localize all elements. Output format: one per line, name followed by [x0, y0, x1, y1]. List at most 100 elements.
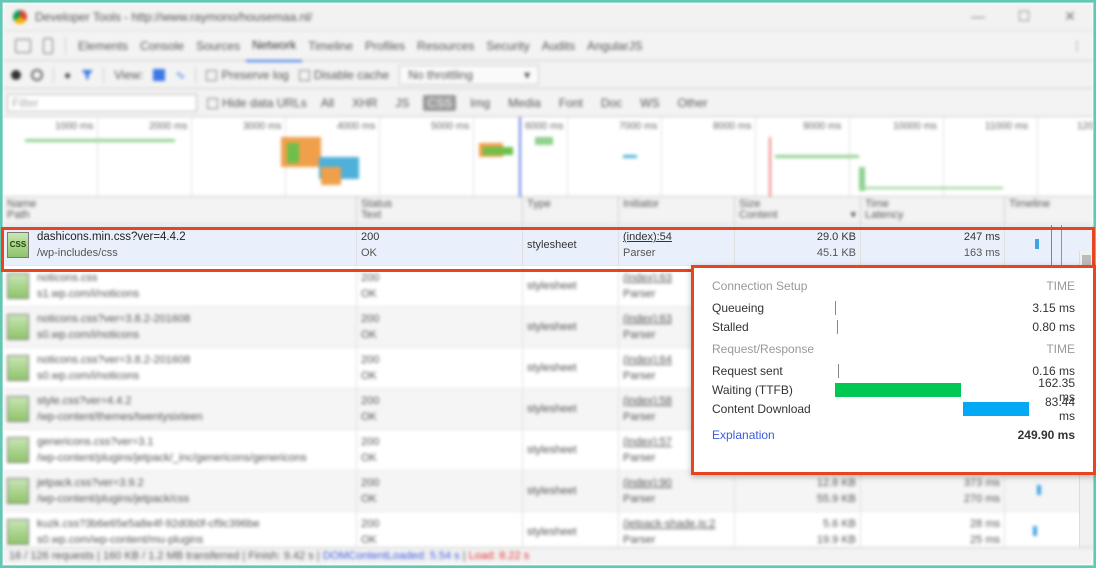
preserve-log-checkbox[interactable]: Preserve log: [206, 68, 289, 82]
queueing-label: Queueing: [712, 300, 765, 315]
css-file-icon: [7, 355, 29, 381]
type-doc[interactable]: Doc: [597, 95, 626, 111]
table-row-highlighted[interactable]: CSS dashicons.min.css?ver=4.4.2 /wp-incl…: [3, 225, 1093, 266]
explanation-link[interactable]: Explanation: [712, 428, 775, 442]
request-path: s1.wp.com/i/noticons: [37, 288, 140, 300]
css-file-icon: [7, 519, 29, 545]
load-summary: Load: 8.22 s: [468, 550, 530, 562]
initiator-kind: Parser: [623, 247, 656, 259]
filter-input[interactable]: Filter: [7, 93, 197, 112]
maximize-icon[interactable]: ☐: [1001, 8, 1047, 25]
type-media[interactable]: Media: [504, 95, 545, 111]
status-cell: 200 OK: [357, 225, 523, 265]
initiator-link[interactable]: (index):63: [623, 272, 672, 284]
type-xhr[interactable]: XHR: [348, 95, 381, 111]
initiator-link[interactable]: (index):58: [623, 395, 672, 407]
tab-angularjs[interactable]: AngularJS: [581, 31, 648, 61]
type-css[interactable]: CSS: [423, 94, 457, 111]
col-time[interactable]: Time Latency: [861, 197, 1005, 224]
explanation-row: Explanation 249.90 ms: [712, 425, 1075, 444]
request-sent-row: Request sent 0.16 ms: [712, 361, 1075, 380]
chevron-down-icon: ▾: [524, 67, 531, 82]
initiator-kind: Parser: [623, 452, 656, 464]
table-row[interactable]: jetpack.css?ver=3.9.2/wp-content/plugins…: [3, 471, 1093, 512]
type-img[interactable]: Img: [466, 95, 494, 111]
size-cell: 12.8 KB 55.9 KB: [735, 471, 861, 511]
overview-tick: 6000 ms: [525, 121, 564, 132]
tab-timeline[interactable]: Timeline: [302, 31, 359, 61]
overview-icon[interactable]: ∿: [175, 68, 185, 82]
overview-tick: 8000 ms: [713, 121, 752, 132]
initiator-link[interactable]: (index):57: [623, 436, 672, 448]
initiator-link[interactable]: (index):63: [623, 313, 672, 325]
device-mode-icon[interactable]: [43, 37, 53, 54]
more-options-icon[interactable]: ⋮: [1071, 39, 1083, 53]
col-initiator[interactable]: Initiator: [619, 197, 735, 224]
request-name: noticons.css: [37, 272, 98, 284]
initiator-link[interactable]: (index):90: [623, 477, 672, 489]
initiator-link[interactable]: (index):64: [623, 354, 672, 366]
col-timeline[interactable]: Timeline: [1005, 197, 1093, 224]
clear-icon[interactable]: [31, 68, 43, 81]
tab-profiles[interactable]: Profiles: [359, 31, 411, 61]
initiator-kind: Parser: [623, 411, 656, 423]
inspect-icon[interactable]: [15, 38, 31, 53]
initiator-link[interactable]: (index):54: [623, 231, 672, 243]
status-cell: 200 OK: [357, 266, 523, 306]
type-cell: stylesheet: [523, 512, 619, 552]
status-text: OK: [361, 247, 377, 259]
tab-sources[interactable]: Sources: [190, 31, 246, 61]
col-status[interactable]: Status Text: [357, 197, 523, 224]
name-cell: noticons.css?ver=3.8.2-201608 s0.wp.com/i…: [3, 348, 357, 388]
request-path: /wp-content/themes/twentysixteen: [37, 411, 203, 423]
download-bar: [963, 401, 1029, 416]
waiting-label: Waiting (TTFB): [712, 382, 793, 397]
disable-cache-checkbox[interactable]: Disable cache: [298, 68, 389, 82]
initiator-cell: (index):54 Parser: [619, 225, 735, 265]
sort-desc-icon: ▾: [850, 209, 856, 221]
type-all[interactable]: All: [317, 95, 338, 111]
queueing-value: 3.15 ms: [1032, 300, 1075, 315]
type-font[interactable]: Font: [555, 95, 587, 111]
timeline-overview[interactable]: 1000 ms 2000 ms 3000 ms 4000 ms 5000 ms …: [3, 117, 1093, 197]
timeline-bar[interactable]: [1035, 239, 1039, 249]
filter-bar: Filter Hide data URLs All XHR JS CSS Img…: [3, 89, 1093, 117]
type-ws[interactable]: WS: [636, 95, 663, 111]
minimize-icon[interactable]: —: [955, 8, 1001, 25]
camera-icon[interactable]: ●: [64, 68, 71, 82]
initiator-link[interactable]: (jetpack-shade.js:2: [623, 518, 715, 530]
tab-audits[interactable]: Audits: [536, 31, 581, 61]
timeline-bar[interactable]: [1037, 485, 1041, 495]
record-icon[interactable]: [11, 69, 21, 80]
tab-elements[interactable]: Elements: [72, 31, 134, 61]
tab-security[interactable]: Security: [480, 31, 535, 61]
type-other[interactable]: Other: [674, 95, 712, 111]
request-path: s0.wp.com/i/noticons: [37, 329, 140, 341]
col-type[interactable]: Type: [523, 197, 619, 224]
hide-data-urls-checkbox[interactable]: Hide data URLs: [207, 96, 307, 110]
tab-network[interactable]: Network: [246, 30, 303, 62]
type-js[interactable]: JS: [391, 95, 413, 111]
request-name: genericons.css?ver=3.1: [37, 436, 154, 448]
status-text: OK: [361, 493, 377, 505]
request-name: jetpack.css?ver=3.9.2: [37, 477, 144, 489]
queueing-row: Queueing 3.15 ms: [712, 298, 1075, 317]
tab-console[interactable]: Console: [134, 31, 190, 61]
col-size[interactable]: Size Content ▾: [735, 197, 861, 224]
close-icon[interactable]: ✕: [1047, 8, 1093, 25]
status-cell: 200 OK: [357, 348, 523, 388]
css-file-icon: [7, 396, 29, 422]
overview-tick: 10000 ms: [893, 121, 937, 132]
request-path: s0.wp.com/i/noticons: [37, 370, 140, 382]
tab-resources[interactable]: Resources: [411, 31, 480, 61]
name-cell: CSS dashicons.min.css?ver=4.4.2 /wp-incl…: [3, 225, 357, 265]
request-name: noticons.css?ver=3.8.2-201608: [37, 354, 191, 366]
initiator-cell: (jetpack-shade.js:2 Parser: [619, 512, 735, 552]
stalled-value: 0.80 ms: [1032, 319, 1075, 334]
col-name[interactable]: Name Path: [3, 197, 357, 224]
throttling-select[interactable]: No throttling ▾: [399, 64, 540, 85]
filter-icon[interactable]: [81, 69, 94, 80]
type-cell: stylesheet: [523, 307, 619, 347]
timeline-bar[interactable]: [1033, 526, 1037, 536]
large-rows-icon[interactable]: [153, 68, 166, 81]
